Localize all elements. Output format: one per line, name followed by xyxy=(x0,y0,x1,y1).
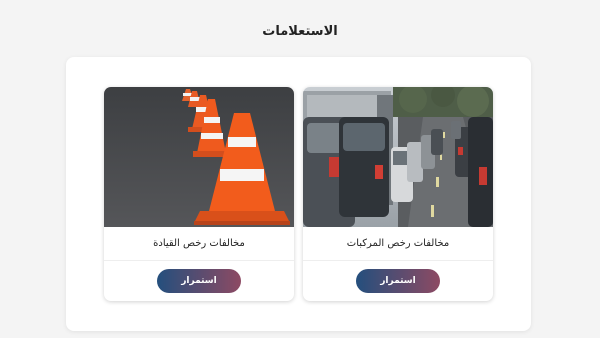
continue-button[interactable]: استمرار xyxy=(356,269,440,293)
traffic-jam-image xyxy=(303,87,493,227)
traffic-cones-image xyxy=(104,87,294,227)
card-title: مخالفات رخص القيادة xyxy=(104,227,294,261)
vehicle-license-violations-card[interactable]: مخالفات رخص المركبات استمرار xyxy=(303,87,493,301)
continue-button[interactable]: استمرار xyxy=(157,269,241,293)
driving-license-violations-card[interactable]: مخالفات رخص القيادة استمرار xyxy=(104,87,294,301)
page-title: الاستعلامات xyxy=(262,24,338,39)
card-title: مخالفات رخص المركبات xyxy=(303,227,493,261)
inquiries-panel: مخالفات رخص المركبات استمرار مخالفات رخص… xyxy=(66,57,531,331)
